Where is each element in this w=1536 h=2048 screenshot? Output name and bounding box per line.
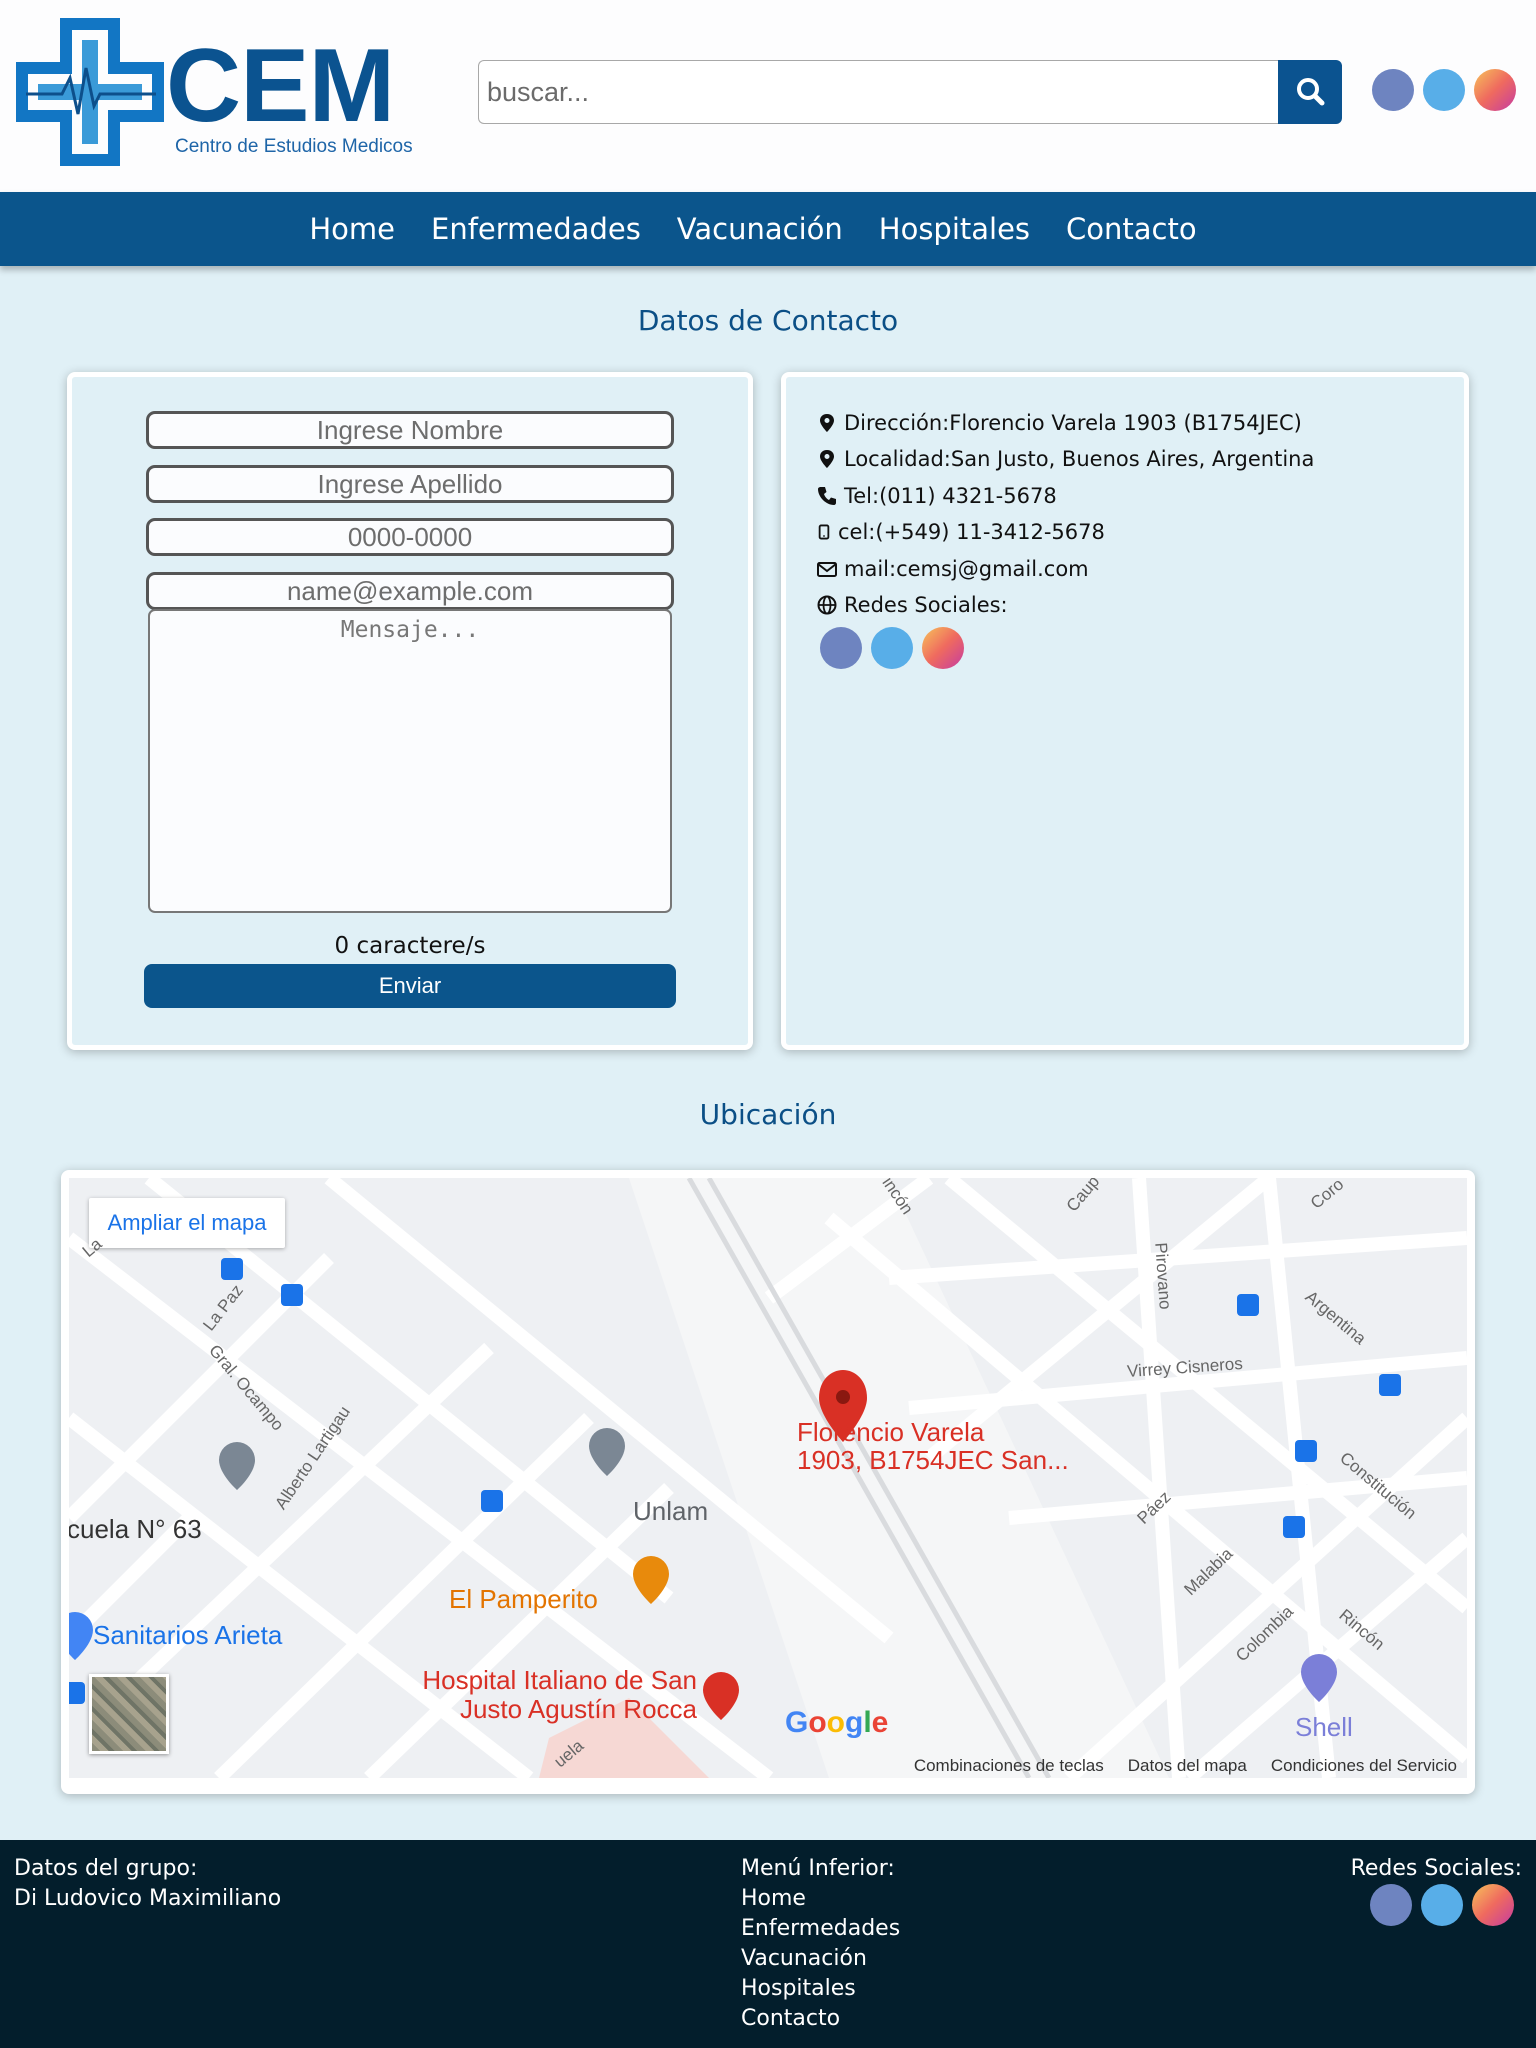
footer-link-hospitales[interactable]: Hospitales	[741, 1974, 900, 2004]
envelope-icon	[817, 562, 837, 577]
footer-link-vacunacion[interactable]: Vacunación	[741, 1944, 900, 1974]
poi-unlam[interactable]: Unlam	[633, 1496, 708, 1527]
mail-text: mail:cemsj@gmail.com	[844, 557, 1089, 581]
footer-link-contacto[interactable]: Contacto	[741, 2004, 900, 2034]
phone-text: Tel:(011) 4321-5678	[844, 484, 1057, 508]
nav-item-home[interactable]: Home	[309, 212, 395, 246]
character-counter: 0 caractere/s	[334, 933, 486, 959]
medical-cross-icon	[16, 18, 164, 166]
footer-menu-title: Menú Inferior:	[741, 1856, 895, 1881]
contact-info-card: Dirección:Florencio Varela 1903 (B1754JE…	[781, 372, 1469, 1050]
poi-hospital-italiano[interactable]: Hospital Italiano de San Justo Agustín R…	[405, 1666, 697, 1724]
globe-icon	[817, 595, 837, 615]
contact-social-links	[820, 627, 964, 669]
nav-item-contacto[interactable]: Contacto	[1066, 212, 1197, 246]
poi-shell[interactable]: Shell	[1295, 1712, 1353, 1743]
map-link-keyboard-shortcuts[interactable]: Combinaciones de teclas	[914, 1756, 1104, 1776]
phone-icon	[818, 487, 836, 505]
name-field[interactable]	[146, 411, 674, 449]
search-bar	[478, 60, 1342, 124]
twitter-icon[interactable]	[1421, 1884, 1463, 1926]
poi-hospital-line2: Justo Agustín Rocca	[459, 1694, 697, 1724]
poi-el-pamperito[interactable]: El Pamperito	[449, 1584, 598, 1615]
footer-group-title: Datos del grupo:	[14, 1856, 198, 1881]
map-marker-icon	[820, 450, 834, 468]
contact-title: Datos de Contacto	[637, 304, 899, 337]
facebook-icon[interactable]	[1372, 69, 1414, 111]
instagram-icon[interactable]	[922, 627, 964, 669]
footer: Datos del grupo: Di Ludovico Maximiliano…	[0, 1840, 1536, 2048]
contact-form-card: 0 caractere/s Enviar	[67, 372, 753, 1050]
footer-menu: Menú Inferior: Home Enfermedades Vacunac…	[741, 1854, 900, 2034]
mail-line: mail:cemsj@gmail.com	[816, 557, 1089, 581]
twitter-icon[interactable]	[1423, 69, 1465, 111]
header-social-links	[1372, 69, 1516, 111]
twitter-icon[interactable]	[871, 627, 913, 669]
footer-link-enfermedades[interactable]: Enfermedades	[741, 1914, 900, 1944]
search-icon	[1297, 78, 1325, 106]
footer-social-title: Redes Sociales:	[1350, 1856, 1522, 1881]
lastname-field[interactable]	[146, 465, 674, 503]
map-link-terms[interactable]: Condiciones del Servicio	[1271, 1756, 1457, 1776]
search-input[interactable]	[478, 60, 1278, 124]
map-streets	[69, 1178, 1467, 1778]
cell-line: cel:(+549) 11-3412-5678	[816, 520, 1105, 544]
footer-link-home[interactable]: Home	[741, 1884, 900, 1914]
cell-text: cel:(+549) 11-3412-5678	[838, 520, 1105, 544]
location-title: Ubicación	[699, 1098, 837, 1131]
poi-hospital-line1: Hospital Italiano de San	[422, 1665, 697, 1695]
address-line: Dirección:Florencio Varela 1903 (B1754JE…	[816, 411, 1302, 435]
nav-item-enfermedades[interactable]: Enfermedades	[431, 212, 641, 246]
map-card: Ampliar el mapa Florencio Varela 1903, B…	[61, 1170, 1475, 1794]
facebook-icon[interactable]	[1370, 1884, 1412, 1926]
submit-button[interactable]: Enviar	[144, 964, 676, 1008]
logo-subtitle: Centro de Estudios Medicos	[175, 136, 413, 157]
main-nav: Home Enfermedades Vacunación Hospitales …	[0, 192, 1536, 266]
footer-social-links	[1370, 1884, 1514, 1926]
instagram-icon[interactable]	[1472, 1884, 1514, 1926]
social-line: Redes Sociales:	[816, 593, 1008, 617]
email-field[interactable]	[146, 572, 674, 610]
search-button[interactable]	[1278, 60, 1342, 124]
social-text: Redes Sociales:	[844, 593, 1008, 617]
map-footer-links: Combinaciones de teclas Datos del mapa C…	[914, 1756, 1457, 1776]
nav-item-vacunacion[interactable]: Vacunación	[677, 212, 843, 246]
footer-group-info: Datos del grupo: Di Ludovico Maximiliano	[14, 1854, 281, 1914]
logo-wordmark: CEM	[166, 28, 395, 144]
phone-line: Tel:(011) 4321-5678	[816, 484, 1057, 508]
footer-social: Redes Sociales:	[1351, 1854, 1522, 1884]
map-link-map-data[interactable]: Datos del mapa	[1128, 1756, 1247, 1776]
map-pin-label-line2: 1903, B1754JEC San...	[797, 1445, 1069, 1475]
nav-item-hospitales[interactable]: Hospitales	[879, 212, 1030, 246]
locality-text: Localidad:San Justo, Buenos Aires, Argen…	[844, 447, 1315, 471]
message-textarea[interactable]	[148, 609, 672, 913]
cem-logo[interactable]: CEM Centro de Estudios Medicos	[16, 18, 413, 168]
footer-group-member: Di Ludovico Maximiliano	[14, 1886, 282, 1911]
locality-line: Localidad:San Justo, Buenos Aires, Argen…	[816, 447, 1314, 471]
instagram-icon[interactable]	[1474, 69, 1516, 111]
mobile-phone-icon	[818, 524, 830, 540]
poi-escuela[interactable]: cuela N° 63	[69, 1514, 202, 1545]
google-logo: Google	[785, 1706, 889, 1739]
address-text: Dirección:Florencio Varela 1903 (B1754JE…	[844, 411, 1302, 435]
expand-map-button[interactable]: Ampliar el mapa	[89, 1198, 285, 1248]
facebook-icon[interactable]	[820, 627, 862, 669]
satellite-view-thumbnail[interactable]	[89, 1674, 169, 1754]
map-embed[interactable]: Ampliar el mapa Florencio Varela 1903, B…	[69, 1178, 1467, 1778]
map-pin-label-line1: Florencio Varela	[797, 1417, 985, 1447]
map-marker-icon	[820, 414, 834, 432]
poi-sanitarios-arieta[interactable]: Sanitarios Arieta	[93, 1620, 282, 1651]
map-pin-label[interactable]: Florencio Varela 1903, B1754JEC San...	[797, 1418, 1069, 1474]
phone-field[interactable]	[146, 518, 674, 556]
header: CEM Centro de Estudios Medicos	[0, 0, 1536, 192]
